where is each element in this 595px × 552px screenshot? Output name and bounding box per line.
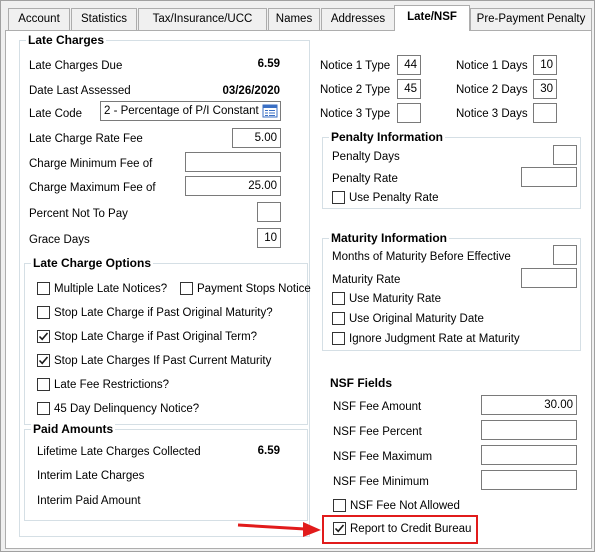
checkbox-box[interactable] — [37, 306, 50, 319]
checkbox-box[interactable] — [333, 499, 346, 512]
min-fee-label: Charge Minimum Fee of — [29, 158, 153, 170]
checkmark-icon — [38, 332, 49, 341]
loan-window: Account Statistics Tax/Insurance/UCC Nam… — [0, 0, 595, 552]
interim-late-charges-label: Interim Late Charges — [37, 470, 145, 482]
late-charges-group: Late Charges Late Charges Due 6.59 Date … — [19, 33, 311, 537]
maturity-rate-input[interactable] — [521, 268, 577, 288]
lifetime-late-charges-value: 6.59 — [257, 445, 280, 457]
checkbox-box[interactable] — [180, 282, 193, 295]
stop-past-current-maturity-label: Stop Late Charges If Past Current Maturi… — [54, 355, 272, 367]
tab-statistics[interactable]: Statistics — [71, 8, 137, 30]
checkbox-box[interactable] — [37, 354, 50, 367]
notice3-days-input[interactable] — [533, 103, 557, 123]
checkbox-box[interactable] — [332, 312, 345, 325]
tab-names[interactable]: Names — [268, 8, 320, 30]
paid-amounts-title: Paid Amounts — [31, 422, 116, 436]
nsf-fee-maximum-input[interactable] — [481, 445, 577, 465]
notice1-type-label: Notice 1 Type — [320, 60, 391, 72]
notice1-type-input[interactable]: 44 — [397, 55, 421, 75]
stop-past-orig-maturity-label: Stop Late Charge if Past Original Maturi… — [54, 307, 273, 319]
penalty-days-label: Penalty Days — [332, 151, 400, 163]
tab-pre-payment-penalty[interactable]: Pre-Payment Penalty — [470, 8, 592, 30]
grace-days-label: Grace Days — [29, 234, 90, 246]
percent-not-pay-label: Percent Not To Pay — [29, 208, 128, 220]
nsf-fields-title: NSF Fields — [330, 376, 393, 390]
checkbox-box[interactable] — [332, 292, 345, 305]
notice3-type-label: Notice 3 Type — [320, 108, 391, 120]
rate-fee-label: Late Charge Rate Fee — [29, 133, 143, 145]
nsf-fee-minimum-label: NSF Fee Minimum — [333, 476, 429, 488]
nsf-fee-percent-input[interactable] — [481, 420, 577, 440]
late-fee-restrictions-label: Late Fee Restrictions? — [54, 379, 170, 391]
nsf-fee-percent-label: NSF Fee Percent — [333, 426, 422, 438]
interim-paid-amount-label: Interim Paid Amount — [37, 495, 141, 507]
nsf-fee-amount-input[interactable]: 30.00 — [481, 395, 577, 415]
max-fee-label: Charge Maximum Fee of — [29, 182, 156, 194]
checkbox-box[interactable] — [37, 330, 50, 343]
checkmark-icon — [38, 356, 49, 365]
tab-addresses[interactable]: Addresses — [321, 8, 395, 30]
penalty-days-input[interactable] — [553, 145, 577, 165]
notice2-days-input[interactable]: 30 — [533, 79, 557, 99]
checkbox-box[interactable] — [37, 402, 50, 415]
notice2-type-input[interactable]: 45 — [397, 79, 421, 99]
late-code-value: 2 - Percentage of P/I Constant — [104, 105, 259, 117]
stop-past-orig-term-label: Stop Late Charge if Past Original Term? — [54, 331, 258, 343]
checkbox-box[interactable] — [332, 191, 345, 204]
notice1-days-input[interactable]: 10 — [533, 55, 557, 75]
late-charges-due-label: Late Charges Due — [29, 60, 123, 72]
penalty-information-group: Penalty Information Penalty Days Penalty… — [322, 130, 581, 209]
delinquency-notice-label: 45 Day Delinquency Notice? — [54, 403, 200, 415]
months-maturity-label: Months of Maturity Before Effective — [332, 251, 511, 263]
penalty-rate-label: Penalty Rate — [332, 173, 398, 185]
months-maturity-input[interactable] — [553, 245, 577, 265]
maturity-rate-label: Maturity Rate — [332, 274, 401, 286]
use-maturity-rate-label: Use Maturity Rate — [349, 293, 442, 305]
notice1-days-label: Notice 1 Days — [456, 60, 528, 72]
late-code-label: Late Code — [29, 108, 83, 120]
date-last-assessed-value: 03/26/2020 — [222, 85, 280, 97]
nsf-fee-amount-label: NSF Fee Amount — [333, 401, 422, 413]
maturity-information-title: Maturity Information — [329, 231, 449, 245]
checkbox-box[interactable] — [37, 378, 50, 391]
checkbox-box[interactable] — [37, 282, 50, 295]
use-penalty-rate-label: Use Penalty Rate — [349, 192, 439, 204]
grace-days-input[interactable]: 10 — [257, 228, 281, 248]
multiple-notices-label: Multiple Late Notices? — [54, 283, 168, 295]
tab-late-nsf[interactable]: Late/NSF — [394, 5, 470, 31]
late-code-select[interactable]: 2 - Percentage of P/I Constant — [100, 101, 281, 121]
min-fee-input[interactable] — [185, 152, 281, 172]
list-picker-icon[interactable] — [261, 103, 279, 119]
max-fee-input[interactable]: 25.00 — [185, 176, 281, 196]
red-arrow-icon — [237, 522, 321, 537]
rate-fee-input[interactable]: 5.00 — [232, 128, 281, 148]
lifetime-late-charges-label: Lifetime Late Charges Collected — [37, 446, 201, 458]
maturity-information-group: Maturity Information Months of Maturity … — [322, 231, 581, 351]
notice3-type-input[interactable] — [397, 103, 421, 123]
late-charge-options-group: Late Charge Options Multiple Late Notice… — [24, 256, 311, 425]
date-last-assessed-label: Date Last Assessed — [29, 85, 131, 97]
nsf-fee-not-allowed-label: NSF Fee Not Allowed — [350, 500, 460, 512]
late-charges-title: Late Charges — [26, 33, 107, 47]
penalty-rate-input[interactable] — [521, 167, 577, 187]
use-orig-maturity-date-label: Use Original Maturity Date — [349, 313, 484, 325]
ignore-judgment-rate-label: Ignore Judgment Rate at Maturity — [349, 333, 520, 345]
percent-not-pay-input[interactable] — [257, 202, 281, 222]
tab-tax-insurance-ucc[interactable]: Tax/Insurance/UCC — [138, 8, 267, 30]
nsf-fee-maximum-label: NSF Fee Maximum — [333, 451, 433, 463]
notice2-type-label: Notice 2 Type — [320, 84, 391, 96]
penalty-information-title: Penalty Information — [329, 130, 446, 144]
paid-amounts-group: Paid Amounts Lifetime Late Charges Colle… — [24, 422, 308, 521]
payment-stops-notice-label: Payment Stops Notice — [197, 283, 311, 295]
nsf-fee-minimum-input[interactable] — [481, 470, 577, 490]
tab-panel-late-nsf: Late Charges Late Charges Due 6.59 Date … — [5, 30, 592, 549]
notice2-days-label: Notice 2 Days — [456, 84, 528, 96]
highlight-box — [322, 515, 478, 544]
late-charges-due-value: 6.59 — [257, 58, 280, 70]
checkbox-box[interactable] — [332, 332, 345, 345]
tab-account[interactable]: Account — [8, 8, 70, 30]
notice3-days-label: Notice 3 Days — [456, 108, 528, 120]
late-charge-options-title: Late Charge Options — [31, 256, 154, 270]
